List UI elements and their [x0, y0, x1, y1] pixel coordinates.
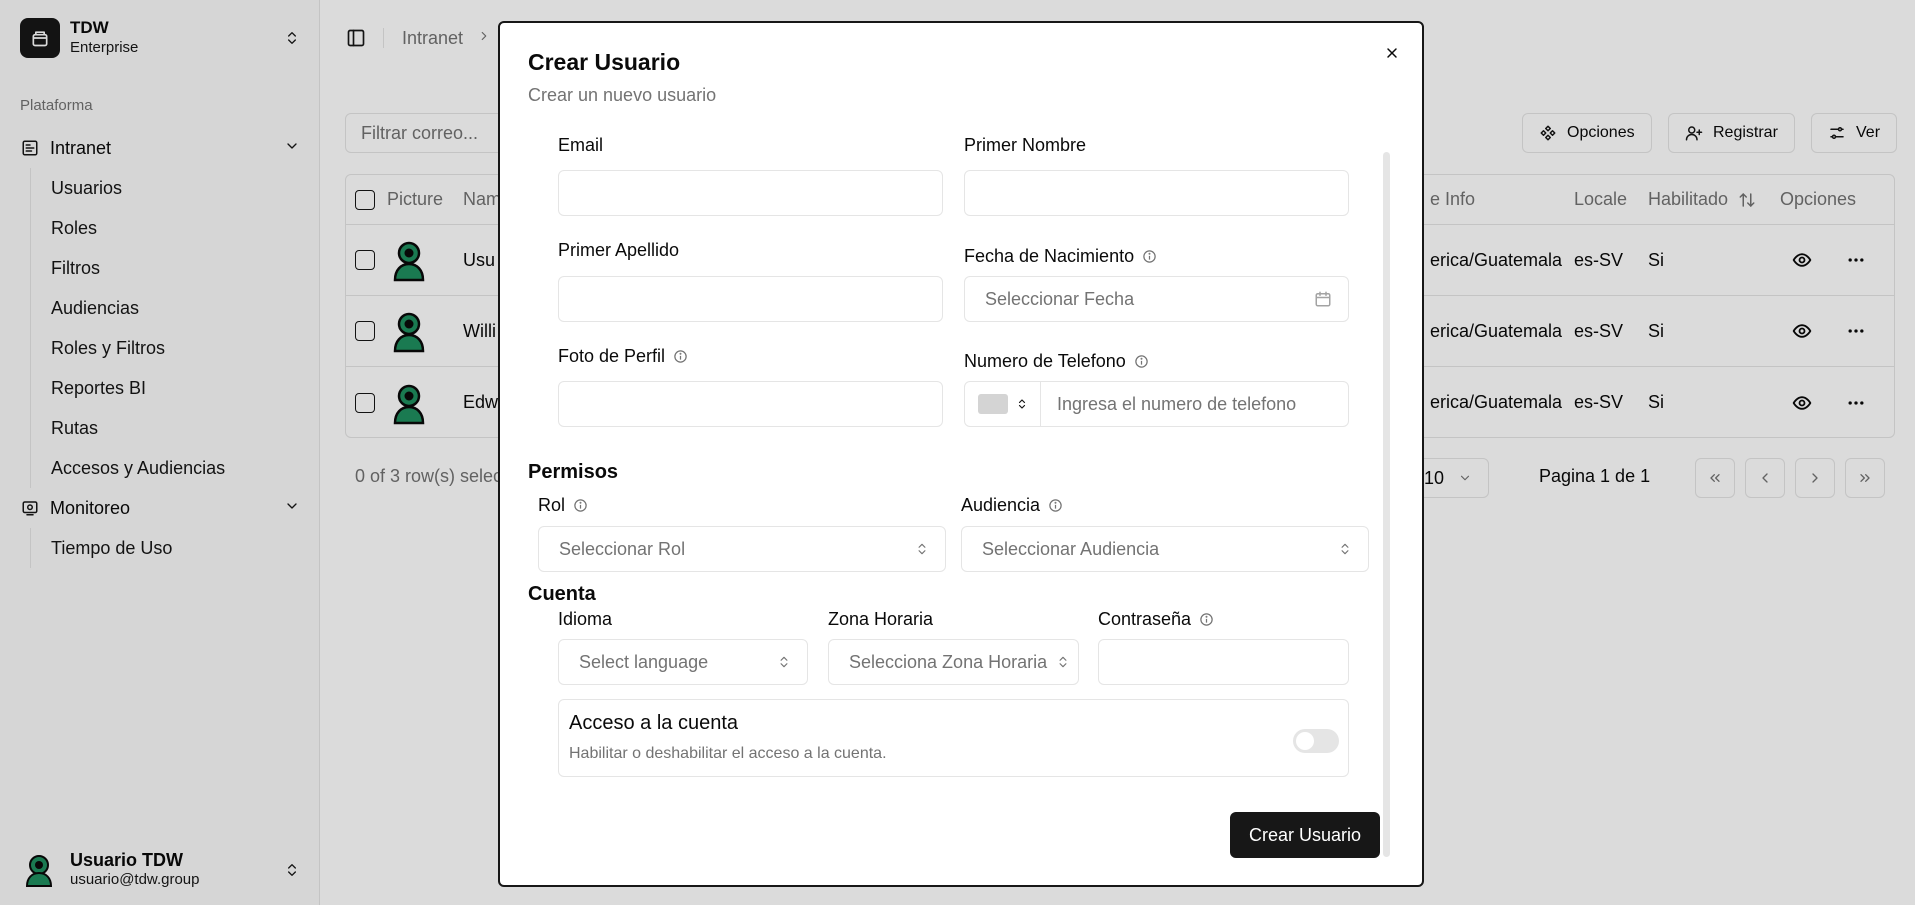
chevrons-up-down-icon: [1341, 543, 1349, 555]
profile-photo-field[interactable]: [558, 381, 943, 427]
phone-field[interactable]: Ingresa el numero de telefono: [964, 381, 1349, 427]
timezone-label: Zona Horaria: [828, 609, 934, 629]
dialog-subtitle: Crear un nuevo usuario: [528, 85, 717, 105]
chevrons-up-down-icon: [918, 543, 926, 555]
audience-placeholder: Seleccionar Audiencia: [982, 538, 1160, 559]
close-icon[interactable]: [1380, 41, 1404, 65]
password-label: Contraseña: [1098, 609, 1214, 630]
info-icon: [1048, 498, 1063, 513]
chevrons-up-down-icon: [1059, 656, 1067, 668]
info-icon: [1199, 612, 1214, 627]
account-access-toggle[interactable]: [1293, 729, 1339, 753]
birth-date-placeholder: Seleccionar Fecha: [985, 288, 1135, 309]
country-code-select[interactable]: [965, 382, 1041, 426]
last-name-field[interactable]: [558, 276, 943, 322]
role-label: Rol: [538, 495, 588, 516]
timezone-placeholder: Selecciona Zona Horaria: [849, 651, 1048, 672]
audience-select[interactable]: Seleccionar Audiencia: [961, 526, 1369, 572]
dialog-scrollbar[interactable]: [1383, 152, 1390, 857]
email-field[interactable]: [558, 170, 943, 216]
language-label: Idioma: [558, 609, 613, 629]
role-placeholder: Seleccionar Rol: [559, 538, 686, 559]
birth-date-picker[interactable]: Seleccionar Fecha: [964, 276, 1349, 322]
info-icon: [573, 498, 588, 513]
permissions-section-title: Permisos: [528, 461, 619, 483]
language-placeholder: Select language: [579, 651, 709, 672]
dialog-title: Crear Usuario: [528, 49, 681, 75]
account-access-title: Acceso a la cuenta: [569, 712, 738, 734]
flag-icon: [977, 394, 1008, 414]
create-user-button[interactable]: Crear Usuario: [1230, 812, 1380, 858]
info-icon: [1134, 354, 1149, 369]
first-name-field[interactable]: [964, 170, 1349, 216]
account-section-title: Cuenta: [528, 583, 596, 605]
last-name-label: Primer Apellido: [558, 240, 680, 260]
calendar-icon: [1314, 290, 1332, 308]
account-access-card: Acceso a la cuenta Habilitar o deshabili…: [558, 699, 1349, 777]
role-select[interactable]: Seleccionar Rol: [538, 526, 946, 572]
phone-label: Numero de Telefono: [964, 351, 1149, 372]
timezone-select[interactable]: Selecciona Zona Horaria: [828, 639, 1079, 685]
toggle-knob: [1296, 732, 1314, 750]
birth-date-label: Fecha de Nacimiento: [964, 246, 1157, 267]
profile-photo-label: Foto de Perfil: [558, 346, 688, 367]
first-name-label: Primer Nombre: [964, 135, 1087, 155]
audience-label: Audiencia: [961, 495, 1063, 516]
phone-placeholder: Ingresa el numero de telefono: [1057, 393, 1297, 414]
chevrons-up-down-icon: [1018, 399, 1025, 409]
chevrons-up-down-icon: [780, 656, 788, 668]
email-label: Email: [558, 135, 604, 155]
account-access-description: Habilitar o deshabilitar el acceso a la …: [569, 745, 887, 762]
info-icon: [1142, 249, 1157, 264]
password-field[interactable]: [1098, 639, 1349, 685]
info-icon: [673, 349, 688, 364]
language-select[interactable]: Select language: [558, 639, 808, 685]
create-user-dialog: Crear Usuario Crear un nuevo usuario Ema…: [498, 21, 1424, 887]
